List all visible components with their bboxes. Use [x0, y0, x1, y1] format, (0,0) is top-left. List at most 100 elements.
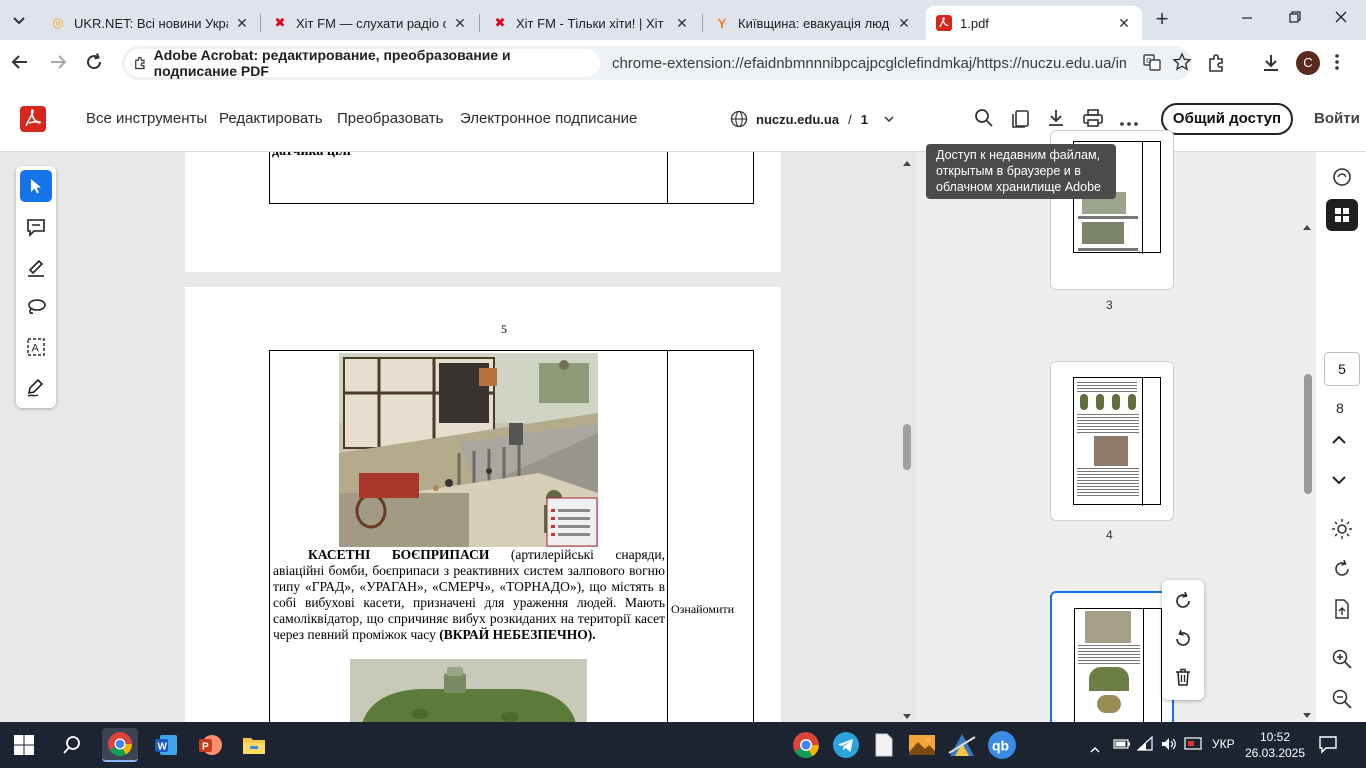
taskbar-chrome[interactable] [102, 728, 138, 762]
clock-time: 10:52 [1259, 730, 1291, 744]
previous-page-button[interactable] [1331, 432, 1353, 454]
file-location[interactable]: nuczu.edu.ua / 1 [730, 110, 894, 128]
viewer-scroll-down-arrow[interactable] [902, 708, 914, 719]
search-button[interactable] [974, 108, 996, 130]
tray-telegram[interactable] [828, 728, 864, 762]
sign-in-button[interactable]: Войти [1314, 110, 1360, 127]
tray-document[interactable] [866, 728, 902, 762]
document-viewer[interactable]: датчика цілі 5 [0, 152, 916, 722]
reload-button[interactable] [84, 52, 108, 76]
refresh-button[interactable] [1331, 558, 1353, 580]
tab-title: Київщина: евакуація людей [738, 15, 890, 31]
back-button[interactable] [10, 52, 34, 76]
clock[interactable]: 10:52 26.03.2025 [1244, 729, 1306, 761]
tab-pdf[interactable]: 1.pdf ✕ [926, 6, 1142, 40]
minimize-button[interactable] [1240, 10, 1260, 30]
taskbar-file-explorer[interactable] [236, 728, 272, 762]
translate-button[interactable]: G [1142, 52, 1162, 74]
thumbnails-scroll-up[interactable] [902, 154, 914, 166]
menu-e-sign[interactable]: Электронное подписание [460, 110, 637, 127]
tray-network[interactable] [1136, 735, 1157, 754]
chrome-menu-button[interactable] [1334, 52, 1354, 76]
zoom-in-button[interactable] [1331, 648, 1353, 670]
menu-edit[interactable]: Редактировать [219, 110, 323, 127]
draw-tool[interactable] [20, 291, 52, 323]
extension-chip[interactable]: Adobe Acrobat: редактирование, преобразо… [125, 47, 600, 79]
rotate-clockwise-button[interactable] [1172, 590, 1194, 612]
profile-avatar[interactable]: C [1296, 51, 1320, 75]
tray-volume[interactable] [1160, 736, 1180, 754]
text-tool[interactable]: A [20, 331, 52, 363]
more-options-button[interactable] [1119, 114, 1141, 126]
tray-design-app[interactable] [944, 728, 980, 762]
comment-icon [27, 219, 45, 237]
recent-files-button[interactable] [1010, 108, 1032, 130]
close-window-button[interactable] [1334, 10, 1354, 30]
taskbar-search[interactable] [54, 728, 90, 762]
chevron-down-icon[interactable] [884, 116, 894, 122]
acrobat-logo[interactable] [20, 106, 46, 132]
next-page-button[interactable] [1331, 472, 1353, 494]
puzzle-icon [1209, 54, 1223, 72]
cluster-munitions-paragraph: КАСЕТНІ БОЄПРИПАСИ (артилерійські снаряд… [273, 547, 665, 643]
bookmark-button[interactable] [1172, 52, 1192, 74]
export-button[interactable] [1331, 598, 1353, 620]
tray-overflow-chevron[interactable] [1090, 740, 1102, 753]
news-favicon: Y [717, 15, 727, 31]
share-button[interactable]: Общий доступ [1161, 103, 1293, 135]
close-icon[interactable]: ✕ [234, 15, 250, 32]
document-scrollbar-thumb[interactable] [903, 424, 911, 470]
triangle-down-icon [903, 714, 911, 719]
comment-tool[interactable] [20, 211, 52, 243]
thumbnails-scrollbar-thumb[interactable] [1304, 374, 1312, 494]
maximize-button[interactable] [1288, 10, 1308, 30]
notifications-button[interactable] [1318, 734, 1340, 756]
current-page-box[interactable]: 5 [1324, 352, 1360, 386]
taskbar-word[interactable]: W [148, 728, 184, 762]
search-icon [63, 736, 80, 754]
tab-hitfm-2[interactable]: ✖ Хіт FM - Тільки хіти! | Хіт FM ✕ [482, 6, 700, 40]
thumbnails-scroll-down-arrow[interactable] [1302, 707, 1314, 718]
downloads-button[interactable] [1260, 52, 1284, 76]
close-icon[interactable]: ✕ [452, 15, 468, 32]
taskbar-powerpoint[interactable]: P [192, 728, 228, 762]
forward-button[interactable] [48, 52, 72, 76]
tray-chrome[interactable] [788, 728, 824, 762]
sign-tool[interactable] [20, 371, 52, 403]
address-bar[interactable]: Adobe Acrobat: редактирование, преобразо… [122, 46, 1192, 80]
thumbnails-scroll-up-arrow[interactable] [1302, 218, 1314, 230]
input-language[interactable]: УКР [1212, 737, 1235, 751]
tab-hitfm-1[interactable]: ✖ Хіт FM — слухати радіо онл ✕ [262, 6, 478, 40]
zoom-out-button[interactable] [1331, 688, 1353, 710]
print-button[interactable] [1082, 108, 1104, 130]
rotate-counterclockwise-button[interactable] [1172, 628, 1194, 650]
reload-icon [87, 53, 102, 70]
thumbnail-page-5[interactable] [1050, 591, 1174, 737]
tray-photo-app[interactable] [904, 728, 940, 762]
delete-page-button[interactable] [1172, 666, 1194, 688]
chrome-icon [793, 732, 819, 758]
thumbnail-page-4[interactable] [1050, 361, 1174, 521]
close-icon[interactable]: ✕ [674, 15, 690, 32]
menu-convert[interactable]: Преобразовать [337, 110, 443, 127]
tray-battery[interactable] [1112, 737, 1132, 753]
lasso-icon [28, 299, 46, 314]
start-button[interactable] [6, 728, 42, 762]
new-tab-button[interactable]: + [1150, 8, 1174, 32]
tab-kyivshchyna[interactable]: Y Київщина: евакуація людей ✕ [704, 6, 922, 40]
thumbnails-toggle-button[interactable] [1326, 199, 1358, 231]
extensions-button[interactable] [1206, 52, 1230, 76]
dark-mode-button[interactable] [1331, 518, 1353, 540]
menu-all-tools[interactable]: Все инструменты [86, 110, 207, 127]
tab-ukrnet[interactable]: ◎ UKR.NET: Всі новини Україн ✕ [40, 6, 260, 40]
tray-qbittorrent[interactable]: qb [984, 728, 1020, 762]
tray-display[interactable] [1184, 736, 1204, 754]
ai-assistant-button[interactable] [1331, 166, 1353, 188]
close-icon[interactable]: ✕ [1116, 15, 1132, 32]
tab-search-button[interactable] [6, 8, 32, 34]
highlight-tool[interactable] [20, 251, 52, 283]
hitfm-favicon: ✖ [274, 15, 286, 30]
download-pdf-button[interactable] [1046, 108, 1068, 130]
close-icon[interactable]: ✕ [896, 15, 912, 32]
select-tool[interactable] [20, 170, 52, 202]
